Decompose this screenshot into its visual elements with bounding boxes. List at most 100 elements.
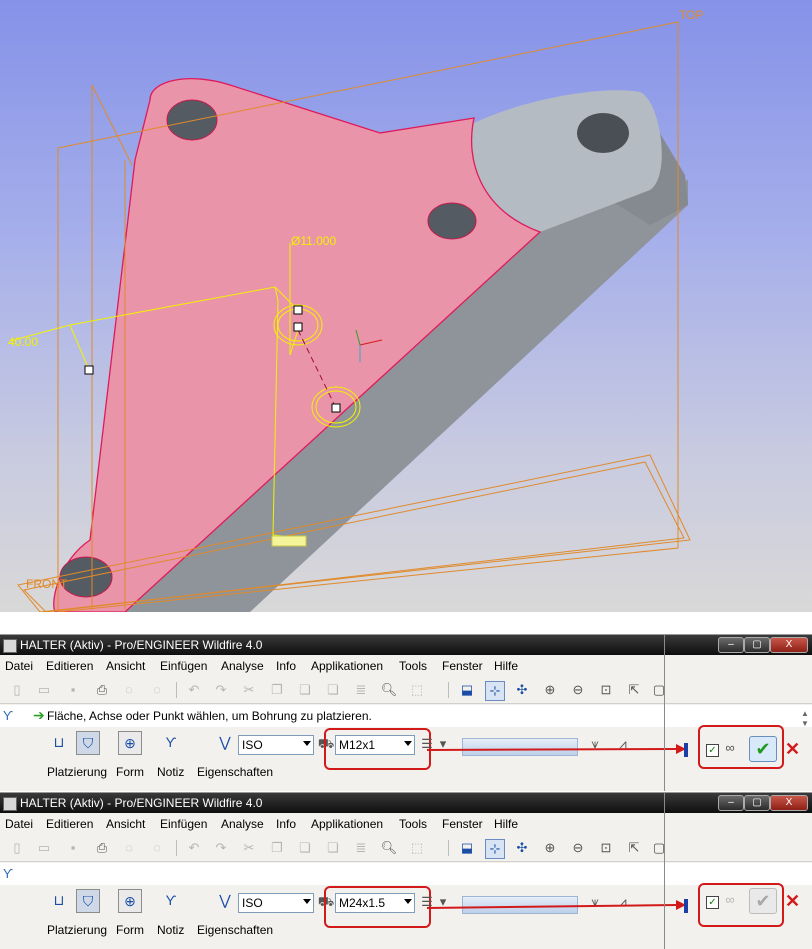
open-file-icon[interactable]: ▭ bbox=[35, 839, 53, 857]
new-file-icon[interactable]: ▯ bbox=[8, 839, 26, 857]
menu-tools[interactable]: Tools bbox=[399, 817, 427, 831]
cut-icon[interactable]: ✂ bbox=[240, 839, 258, 857]
minimize-button[interactable]: – bbox=[718, 795, 744, 811]
tab-notiz[interactable]: Notiz bbox=[157, 923, 184, 937]
menu-editieren[interactable]: Editieren bbox=[46, 659, 93, 673]
menu-info[interactable]: Info bbox=[276, 659, 296, 673]
cancel-x-icon[interactable]: ✕ bbox=[785, 739, 800, 760]
zoom-out-icon[interactable]: ⊖ bbox=[569, 681, 587, 699]
menu-analyse[interactable]: Analyse bbox=[221, 817, 264, 831]
preview-checkbox[interactable]: ✓ bbox=[706, 896, 719, 909]
dimension-offset[interactable]: 40.00 bbox=[8, 335, 38, 349]
menu-info[interactable]: Info bbox=[276, 817, 296, 831]
datum-display-icon[interactable]: ⬓ bbox=[458, 681, 476, 699]
preview-checkbox[interactable]: ✓ bbox=[706, 744, 719, 757]
tab-notiz[interactable]: Notiz bbox=[157, 765, 184, 779]
scroll-down-icon[interactable]: ▼ bbox=[800, 719, 810, 728]
maximize-button[interactable]: ▢ bbox=[744, 637, 770, 653]
tab-eigenschaften[interactable]: Eigenschaften bbox=[197, 765, 273, 779]
send-icon[interactable]: ◌ bbox=[120, 681, 138, 699]
tab-platzierung[interactable]: Platzierung bbox=[47, 765, 107, 779]
checkmark-icon[interactable]: ✔ bbox=[749, 888, 777, 914]
menu-ansicht[interactable]: Ansicht bbox=[106, 659, 145, 673]
datum-label-top[interactable]: TOP bbox=[679, 8, 703, 22]
refit-icon[interactable]: ⊡ bbox=[597, 681, 615, 699]
open-file-icon[interactable]: ▭ bbox=[35, 681, 53, 699]
menu-applikationen[interactable]: Applikationen bbox=[311, 817, 383, 831]
zoom-in-icon[interactable]: ⊕ bbox=[541, 681, 559, 699]
find-icon[interactable]: 🔍︎ bbox=[380, 839, 398, 857]
orient-icon[interactable]: ✣ bbox=[513, 839, 531, 857]
tab-form[interactable]: Form bbox=[116, 923, 144, 937]
menu-ansicht[interactable]: Ansicht bbox=[106, 817, 145, 831]
saved-views-icon[interactable]: ▢ bbox=[650, 839, 668, 857]
paste-icon[interactable]: ❏ bbox=[296, 839, 314, 857]
menu-applikationen[interactable]: Applikationen bbox=[311, 659, 383, 673]
menu-tools[interactable]: Tools bbox=[399, 659, 427, 673]
copy-icon[interactable]: ❐ bbox=[268, 839, 286, 857]
refit-icon[interactable]: ⊡ bbox=[597, 839, 615, 857]
orient-icon[interactable]: ✣ bbox=[513, 681, 531, 699]
datum-label-front[interactable]: FRONT bbox=[26, 577, 67, 591]
paste-special-icon[interactable]: ❏ bbox=[324, 681, 342, 699]
menu-datei[interactable]: Datei bbox=[5, 817, 33, 831]
menu-editieren[interactable]: Editieren bbox=[46, 817, 93, 831]
menu-fenster[interactable]: Fenster bbox=[442, 659, 483, 673]
cancel-x-icon[interactable]: ✕ bbox=[785, 891, 800, 912]
close-button[interactable]: X bbox=[770, 795, 808, 811]
menu-einfuegen[interactable]: Einfügen bbox=[160, 817, 207, 831]
menu-datei[interactable]: Datei bbox=[5, 659, 33, 673]
menu-hilfe[interactable]: Hilfe bbox=[494, 817, 518, 831]
selection-box-icon[interactable]: ⬚ bbox=[408, 681, 426, 699]
send-icon[interactable]: ◌ bbox=[120, 839, 138, 857]
datum-display-icon[interactable]: ⬓ bbox=[458, 839, 476, 857]
spin-center-icon[interactable]: ⊹ bbox=[485, 839, 505, 859]
checkmark-icon[interactable]: ✔ bbox=[749, 736, 777, 762]
saved-views-icon[interactable]: ▢ bbox=[650, 681, 668, 699]
view-manager-icon[interactable]: ⇱ bbox=[625, 839, 643, 857]
mail-icon[interactable]: ◌ bbox=[148, 839, 166, 857]
tab-form[interactable]: Form bbox=[116, 765, 144, 779]
redo-icon[interactable]: ↷ bbox=[212, 681, 230, 699]
save-icon[interactable]: ▪ bbox=[64, 839, 82, 857]
drag-handle-1[interactable] bbox=[293, 305, 303, 315]
depth-value-box[interactable] bbox=[271, 535, 307, 547]
glasses-icon[interactable]: ∞ bbox=[721, 891, 739, 909]
model-view[interactable] bbox=[0, 0, 812, 612]
new-file-icon[interactable]: ▯ bbox=[8, 681, 26, 699]
drag-handle-3[interactable] bbox=[84, 365, 94, 375]
view-manager-icon[interactable]: ⇱ bbox=[625, 681, 643, 699]
pause-bar-icon[interactable] bbox=[684, 899, 688, 913]
undo-icon[interactable]: ↶ bbox=[185, 681, 203, 699]
menu-fenster[interactable]: Fenster bbox=[442, 817, 483, 831]
drag-handle-2[interactable] bbox=[293, 322, 303, 332]
print-icon[interactable]: ⎙ bbox=[93, 681, 111, 699]
drag-handle-4[interactable] bbox=[331, 403, 341, 413]
menu-analyse[interactable]: Analyse bbox=[221, 659, 264, 673]
dimension-diameter[interactable]: Ø11.000 bbox=[291, 234, 336, 248]
save-icon[interactable]: ▪ bbox=[64, 681, 82, 699]
cut-icon[interactable]: ✂ bbox=[240, 681, 258, 699]
close-button[interactable]: X bbox=[770, 637, 808, 653]
redo-icon[interactable]: ↷ bbox=[212, 839, 230, 857]
zoom-in-icon[interactable]: ⊕ bbox=[541, 839, 559, 857]
tab-eigenschaften[interactable]: Eigenschaften bbox=[197, 923, 273, 937]
tab-platzierung[interactable]: Platzierung bbox=[47, 923, 107, 937]
mail-icon[interactable]: ◌ bbox=[148, 681, 166, 699]
glasses-icon[interactable]: ∞ bbox=[721, 739, 739, 757]
graphics-window[interactable]: TOP FRONT Ø11.000 40.00 bbox=[0, 0, 812, 612]
selection-box-icon[interactable]: ⬚ bbox=[408, 839, 426, 857]
print-icon[interactable]: ⎙ bbox=[93, 839, 111, 857]
copy-icon[interactable]: ❐ bbox=[268, 681, 286, 699]
regenerate-icon[interactable]: ≣ bbox=[352, 839, 370, 857]
paste-icon[interactable]: ❏ bbox=[296, 681, 314, 699]
menu-hilfe[interactable]: Hilfe bbox=[494, 659, 518, 673]
spin-center-icon[interactable]: ⊹ bbox=[485, 681, 505, 701]
minimize-button[interactable]: – bbox=[718, 637, 744, 653]
regenerate-icon[interactable]: ≣ bbox=[352, 681, 370, 699]
maximize-button[interactable]: ▢ bbox=[744, 795, 770, 811]
find-icon[interactable]: 🔍︎ bbox=[380, 681, 398, 699]
scroll-up-icon[interactable]: ▲ bbox=[800, 709, 810, 718]
pause-bar-icon[interactable] bbox=[684, 743, 688, 757]
menu-einfuegen[interactable]: Einfügen bbox=[160, 659, 207, 673]
